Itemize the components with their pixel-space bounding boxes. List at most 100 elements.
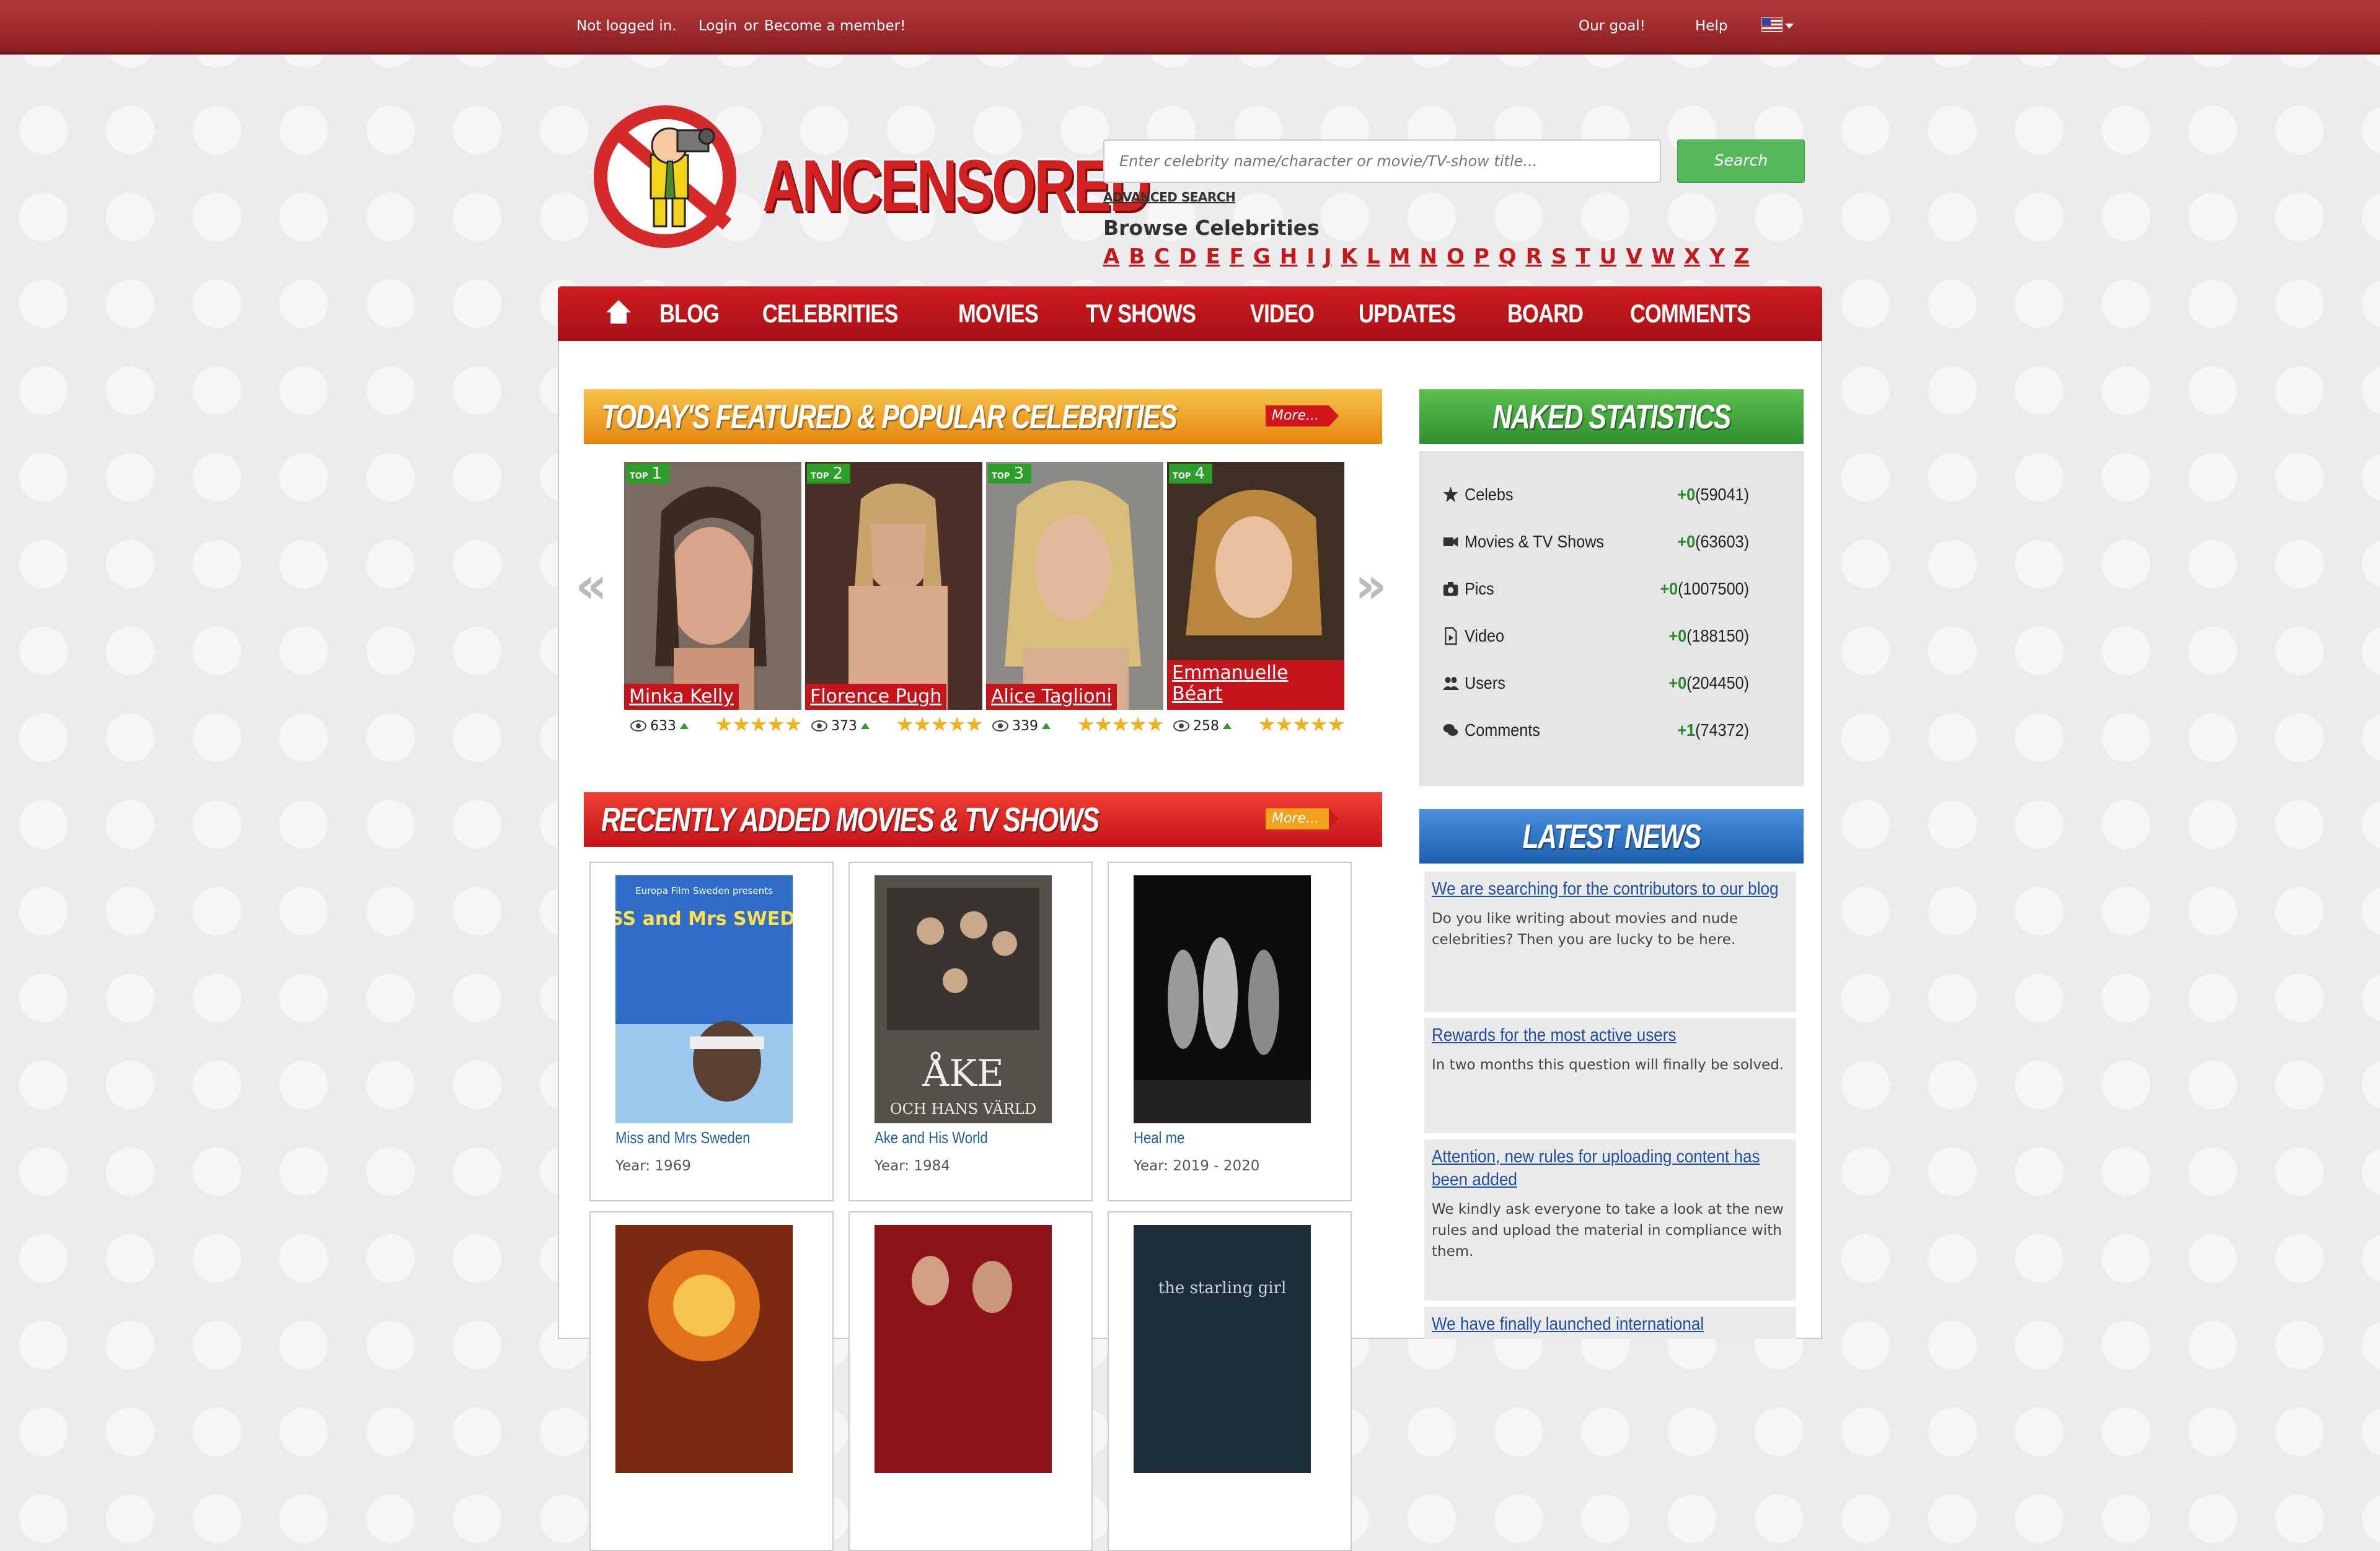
movie-title-link[interactable]: Miss and Mrs Sweden <box>615 1128 750 1147</box>
stat-comments[interactable]: Comments +1(74372) <box>1442 718 1749 743</box>
star-icon[interactable] <box>733 717 749 731</box>
letter-link-l[interactable]: L <box>1367 244 1380 269</box>
letter-link-v[interactable]: V <box>1626 244 1642 269</box>
stat-pics[interactable]: Pics +0(1007500) <box>1442 577 1749 601</box>
star-icon[interactable] <box>1130 717 1146 731</box>
nav-blog[interactable]: BLOG <box>659 299 720 329</box>
letter-link-x[interactable]: X <box>1684 244 1700 269</box>
letter-link-j[interactable]: J <box>1324 244 1332 269</box>
star-icon[interactable] <box>751 717 767 731</box>
star-icon[interactable] <box>932 717 948 731</box>
letter-link-e[interactable]: E <box>1205 244 1220 269</box>
stat-users[interactable]: Users +0(204450) <box>1442 671 1749 696</box>
letter-link-f[interactable]: F <box>1230 244 1244 269</box>
letter-link-t[interactable]: T <box>1576 244 1590 269</box>
letter-link-q[interactable]: Q <box>1499 244 1517 269</box>
home-icon[interactable] <box>605 300 632 327</box>
rating-stars[interactable] <box>1078 717 1163 733</box>
nav-video[interactable]: VIDEO <box>1250 299 1315 329</box>
letter-link-w[interactable]: W <box>1652 244 1675 269</box>
search-button[interactable]: Search <box>1677 139 1805 183</box>
letter-link-b[interactable]: B <box>1129 244 1145 269</box>
movie-card[interactable]: ÅKE OCH HANS VÄRLD Ake and His World Yea… <box>848 862 1093 1201</box>
letter-link-h[interactable]: H <box>1280 244 1297 269</box>
become-member-link[interactable]: Become a member! <box>764 0 906 52</box>
nav-celebrities[interactable]: CELEBRITIES <box>762 299 899 329</box>
star-icon[interactable] <box>914 717 930 731</box>
our-goal-link[interactable]: Our goal! <box>1579 0 1646 52</box>
movie-card[interactable]: Europa Film Sweden presents MISS and Mrs… <box>589 862 834 1201</box>
stat-movies-tv[interactable]: Movies & TV Shows +0(63603) <box>1442 529 1749 554</box>
nav-tv-shows[interactable]: TV SHOWS <box>1086 299 1196 329</box>
letter-link-s[interactable]: S <box>1551 244 1567 269</box>
news-title-link[interactable]: Rewards for the most active users <box>1432 1024 1789 1047</box>
star-icon[interactable] <box>785 717 801 731</box>
featured-more-button[interactable]: More... <box>1266 405 1339 426</box>
carousel-prev-icon[interactable]: « <box>575 561 607 611</box>
letter-link-c[interactable]: C <box>1154 244 1170 269</box>
star-icon[interactable] <box>1078 717 1094 731</box>
nav-updates[interactable]: UPDATES <box>1359 299 1456 329</box>
star-icon[interactable] <box>1311 717 1327 731</box>
carousel-next-icon[interactable]: » <box>1355 561 1387 611</box>
celeb-name-link[interactable]: Florence Pugh <box>805 684 947 710</box>
letter-link-d[interactable]: D <box>1179 244 1196 269</box>
news-title-link[interactable]: Attention, new rules for uploading conte… <box>1432 1146 1789 1191</box>
letter-link-z[interactable]: Z <box>1734 244 1750 269</box>
star-icon[interactable] <box>897 717 913 731</box>
star-icon[interactable] <box>1113 717 1129 731</box>
star-icon[interactable] <box>1276 717 1292 731</box>
site-logo[interactable]: ANCENSORED <box>589 99 1150 254</box>
star-icon[interactable] <box>949 717 965 731</box>
letter-link-k[interactable]: K <box>1341 244 1357 269</box>
rating-stars[interactable] <box>1259 717 1344 733</box>
star-icon[interactable] <box>1147 717 1163 731</box>
movie-title-link[interactable]: Ake and His World <box>875 1128 988 1147</box>
star-icon[interactable] <box>716 717 732 731</box>
celeb-name-link[interactable]: Alice Taglioni <box>986 684 1117 710</box>
rating-stars[interactable] <box>897 717 982 733</box>
celeb-name-link[interactable]: Emmanuelle Béart <box>1167 660 1344 710</box>
login-link[interactable]: Login <box>699 0 737 52</box>
stat-celebs[interactable]: Celebs +0(59041) <box>1442 482 1749 507</box>
us-flag-icon[interactable] <box>1761 17 1783 32</box>
star-icon[interactable] <box>1328 717 1344 731</box>
celeb-card[interactable]: TOP 1 Minka Kelly <box>624 462 801 710</box>
celeb-name-link[interactable]: Minka Kelly <box>624 684 739 710</box>
letter-link-u[interactable]: U <box>1600 244 1617 269</box>
nav-board[interactable]: BOARD <box>1507 299 1584 329</box>
rating-stars[interactable] <box>716 717 801 733</box>
letter-link-o[interactable]: O <box>1447 244 1465 269</box>
movie-title-link[interactable]: Heal me <box>1134 1128 1184 1147</box>
recent-more-button[interactable]: More... <box>1266 808 1339 829</box>
celeb-card[interactable]: TOP 2 Florence Pugh <box>805 462 982 710</box>
movie-card[interactable] <box>589 1211 834 1551</box>
movie-card[interactable] <box>848 1211 1093 1551</box>
stat-video[interactable]: Video +0(188150) <box>1442 624 1749 648</box>
movie-card[interactable]: the starling girl <box>1108 1211 1352 1551</box>
star-icon[interactable] <box>1095 717 1111 731</box>
star-icon[interactable] <box>1294 717 1310 731</box>
letter-link-p[interactable]: P <box>1474 244 1489 269</box>
letter-link-m[interactable]: M <box>1390 244 1411 269</box>
news-title-link[interactable]: We have finally launched international <box>1432 1313 1789 1336</box>
letter-link-i[interactable]: I <box>1307 244 1315 269</box>
help-link[interactable]: Help <box>1695 0 1727 52</box>
nav-movies[interactable]: MOVIES <box>958 299 1039 329</box>
nav-comments[interactable]: COMMENTS <box>1630 299 1751 329</box>
search-input[interactable] <box>1103 139 1661 183</box>
letter-link-y[interactable]: Y <box>1709 244 1725 269</box>
star-icon[interactable] <box>966 717 982 731</box>
movie-card[interactable]: Heal me Year: 2019 - 2020 <box>1108 862 1352 1201</box>
star-icon[interactable] <box>768 717 784 731</box>
letter-link-g[interactable]: G <box>1253 244 1271 269</box>
star-icon[interactable] <box>1259 717 1275 731</box>
celeb-card[interactable]: TOP 4 Emmanuelle Béart <box>1167 462 1344 710</box>
celeb-card[interactable]: TOP 3 Alice Taglioni <box>986 462 1163 710</box>
language-dropdown-caret-icon[interactable] <box>1785 24 1794 29</box>
letter-link-r[interactable]: R <box>1526 244 1542 269</box>
letter-link-n[interactable]: N <box>1419 244 1437 269</box>
news-title-link[interactable]: We are searching for the contributors to… <box>1432 878 1789 901</box>
letter-link-a[interactable]: A <box>1103 244 1119 269</box>
advanced-search-link[interactable]: ADVANCED SEARCH <box>1103 190 1236 205</box>
